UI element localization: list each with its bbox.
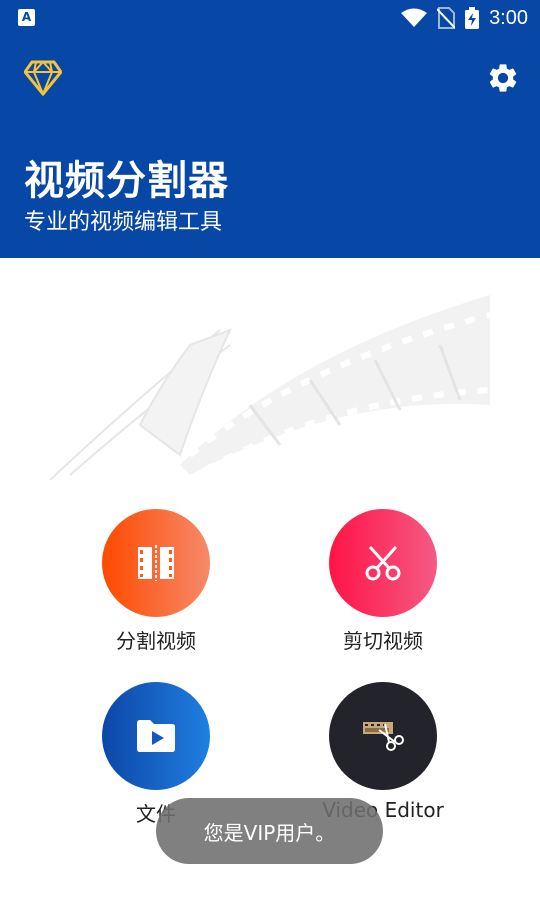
cut-video-feature[interactable]: 剪切视频 bbox=[283, 509, 483, 654]
status-time: 3:00 bbox=[489, 6, 528, 29]
split-video-feature[interactable]: 分割视频 bbox=[56, 509, 256, 654]
diamond-icon[interactable] bbox=[24, 60, 62, 96]
notification-a-icon: A bbox=[18, 9, 35, 26]
split-video-button[interactable] bbox=[102, 509, 210, 617]
split-film-icon bbox=[138, 545, 174, 581]
no-sim-icon bbox=[437, 7, 456, 29]
folder-video-icon bbox=[137, 720, 175, 752]
vip-toast: 您是VIP用户。 bbox=[156, 798, 383, 864]
gear-icon[interactable] bbox=[486, 61, 520, 95]
scissors-icon bbox=[365, 545, 401, 581]
status-bar: A 3:00 bbox=[0, 0, 540, 36]
film-strip-illustration bbox=[49, 295, 491, 481]
files-button[interactable] bbox=[102, 682, 210, 790]
video-editor-button[interactable] bbox=[329, 682, 437, 790]
header-bar: A 3:00 视频分割器 专业的视频编辑工具 bbox=[0, 0, 540, 258]
app-subtitle: 专业的视频编辑工具 bbox=[24, 210, 223, 235]
split-video-label: 分割视频 bbox=[116, 629, 196, 653]
battery-charging-icon bbox=[465, 7, 480, 29]
wifi-icon bbox=[401, 8, 428, 27]
film-scissors-icon bbox=[363, 722, 404, 751]
cut-video-button[interactable] bbox=[329, 509, 437, 617]
app-title: 视频分割器 bbox=[24, 158, 229, 204]
cut-video-label: 剪切视频 bbox=[343, 629, 423, 653]
